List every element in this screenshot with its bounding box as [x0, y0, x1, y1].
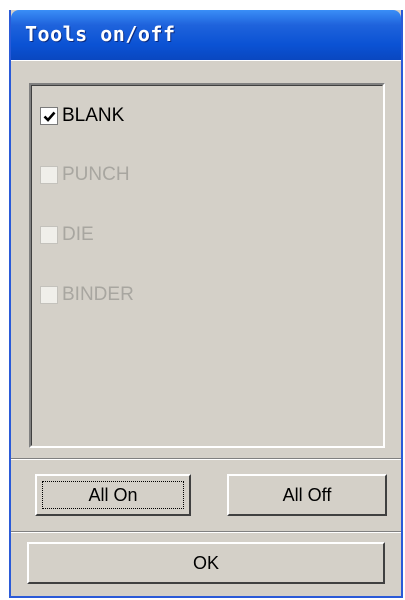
ok-button[interactable]: OK [27, 542, 385, 584]
tool-label: BINDER [62, 284, 134, 305]
all-on-button[interactable]: All On [35, 474, 191, 516]
checkbox-blank[interactable] [40, 107, 58, 125]
dialog-content: BLANK PUNCH DIE BINDER All On All Off OK [11, 60, 401, 596]
title-bar[interactable]: Tools on/off [11, 10, 401, 60]
separator [11, 531, 401, 533]
checkmark-icon [43, 111, 55, 122]
checkbox-die[interactable] [40, 226, 58, 244]
tool-list: BLANK PUNCH DIE BINDER [29, 83, 385, 448]
tool-item-blank[interactable]: BLANK [40, 101, 124, 131]
tool-item-die[interactable]: DIE [40, 220, 94, 250]
focus-ring [42, 481, 184, 509]
all-off-button[interactable]: All Off [227, 474, 387, 516]
tool-label: PUNCH [62, 164, 130, 185]
tool-label: DIE [62, 224, 94, 245]
tools-dialog: Tools on/off BLANK PUNCH DIE BINDER All … [9, 10, 403, 598]
tool-item-binder[interactable]: BINDER [40, 280, 134, 310]
all-off-label: All Off [282, 484, 332, 505]
separator [11, 458, 401, 460]
tool-label: BLANK [62, 105, 125, 126]
window-title: Tools on/off [25, 22, 176, 46]
checkbox-binder[interactable] [40, 286, 58, 304]
checkbox-punch[interactable] [40, 166, 58, 184]
tool-item-punch[interactable]: PUNCH [40, 160, 130, 190]
tool-list-inner: BLANK PUNCH DIE BINDER [31, 85, 383, 446]
ok-label: OK [192, 552, 219, 573]
